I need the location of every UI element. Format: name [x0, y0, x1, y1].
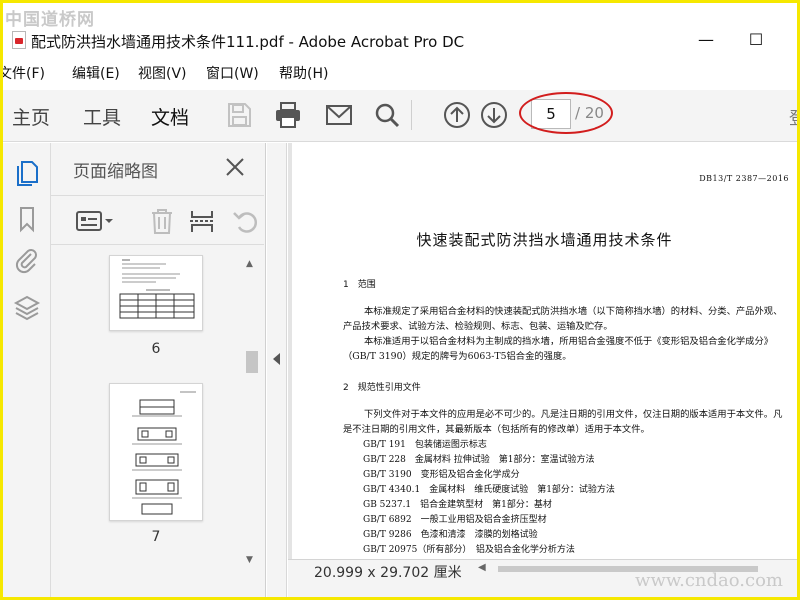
document-title: 快速装配式防洪挡水墙通用技术条件: [416, 231, 673, 249]
window-title: 配式防洪挡水墙通用技术条件111.pdf - Adobe Acrobat Pro…: [31, 33, 465, 51]
minimize-button[interactable]: —: [691, 29, 721, 51]
previous-page-icon[interactable]: [442, 100, 472, 130]
reference-item: GB/T 191 包装储运图示标志: [363, 440, 487, 450]
thumbnail-page-7-preview: [132, 391, 196, 515]
reference-item: GB/T 3190 变形铝及铝合金化学成分: [363, 470, 520, 480]
paragraph-references: 下列文件对于本文件的应用是必不可少的。凡是注日期的引用文件，仅注日期的版本适用于…: [343, 409, 783, 435]
reference-item: GB/T 228 金属材料 拉伸试验 第1部分：室温试验方法: [363, 455, 595, 465]
paragraph-scope-1: 本标准规定了采用铝合金材料的快速装配式防洪挡水墙（以下简称挡水墙）的材料、分类、…: [343, 306, 783, 332]
paragraph-scope-2: 本标准适用于以铝合金材料为主制成的挡水墙，所用铝合金强度不低于《变形铝及铝合金化…: [343, 336, 774, 362]
reference-item: GB/T 9286 色漆和清漆 漆膜的划格试验: [363, 530, 538, 540]
title-bar: 配式防洪挡水墙通用技术条件111.pdf - Adobe Acrobat Pro…: [3, 27, 797, 57]
search-icon[interactable]: [372, 100, 402, 130]
navigation-rail: [3, 143, 51, 597]
menu-help[interactable]: 帮助(H): [279, 63, 328, 83]
undo-icon[interactable]: [231, 207, 259, 235]
panel-title: 页面缩略图: [73, 162, 158, 182]
layers-icon[interactable]: [13, 294, 41, 322]
save-icon[interactable]: [224, 100, 254, 130]
toolbar-cut-glyph: 登: [789, 104, 797, 129]
reference-item: GB/T 20975（所有部分） 铝及铝合金化学分析方法: [363, 545, 575, 555]
email-icon[interactable]: [324, 100, 354, 130]
scroll-left-icon[interactable]: ◀: [478, 562, 486, 573]
thumbnail-panel: 页面缩略图 6 7 ▲ ▼: [51, 143, 266, 597]
menu-view[interactable]: 视图(V): [138, 63, 187, 83]
menu-file[interactable]: 文件(F): [3, 63, 45, 83]
toolbar-separator: [411, 100, 412, 130]
panel-collapse-strip[interactable]: [267, 143, 287, 597]
section-heading-scope: 1 范围: [343, 280, 376, 290]
document-page: DB13/T 2387—2016 快速装配式防洪挡水墙通用技术条件 1 范围 本…: [292, 143, 797, 559]
section-heading-references: 2 规范性引用文件: [343, 383, 421, 393]
next-page-icon[interactable]: [479, 100, 509, 130]
tab-home[interactable]: 主页: [12, 103, 50, 130]
attachment-icon[interactable]: [13, 247, 41, 275]
delete-icon[interactable]: [148, 207, 176, 235]
watermark-bottom: www.cndao.com: [635, 570, 783, 591]
menu-window[interactable]: 窗口(W): [206, 63, 259, 83]
pdf-file-icon: [12, 31, 26, 49]
reference-item: GB/T 4340.1 金属材料 维氏硬度试验 第1部分：试验方法: [363, 485, 615, 495]
close-icon[interactable]: [221, 153, 249, 181]
thumbnail-page-6[interactable]: [109, 255, 203, 331]
standard-code: DB13/T 2387—2016: [699, 174, 789, 183]
thumbnail-scrollbar[interactable]: ▲ ▼: [243, 255, 261, 571]
menu-edit[interactable]: 编辑(E): [72, 63, 120, 83]
page-size-readout: 20.999 x 29.702 厘米: [314, 565, 462, 581]
thumbnail-page-7-number: 7: [151, 529, 161, 545]
highlight-annotation: [519, 92, 613, 134]
thumbnail-page-6-preview: [119, 259, 195, 319]
extract-pages-icon[interactable]: [188, 207, 216, 235]
reference-item: GB/T 6892 一般工业用铝及铝合金挤压型材: [363, 515, 547, 525]
tab-tools[interactable]: 工具: [83, 103, 121, 130]
thumbnail-page-7[interactable]: [109, 383, 203, 521]
reference-item: GB 5237.1 铝合金建筑型材 第1部分：基材: [363, 500, 552, 510]
document-view: DB13/T 2387—2016 快速装配式防洪挡水墙通用技术条件 1 范围 本…: [288, 143, 797, 597]
collapse-arrow-icon[interactable]: [273, 353, 280, 365]
toolbar: 主页 工具 文档 5 / 20: [3, 90, 797, 142]
maximize-button[interactable]: ☐: [741, 29, 771, 51]
thumbnail-options-icon[interactable]: [75, 207, 115, 235]
panel-toolbar: [51, 195, 264, 245]
scroll-down-icon[interactable]: ▼: [246, 555, 253, 565]
bookmark-icon[interactable]: [13, 205, 41, 233]
page-thumbnails-icon[interactable]: [13, 159, 41, 187]
thumbnail-page-6-number: 6: [151, 341, 161, 357]
scrollbar-thumb[interactable]: [246, 351, 258, 373]
application-window: 中国道桥网 配式防洪挡水墙通用技术条件111.pdf - Adobe Acrob…: [3, 3, 797, 597]
tab-document[interactable]: 文档: [151, 103, 189, 130]
scroll-up-icon[interactable]: ▲: [246, 259, 253, 269]
print-icon[interactable]: [273, 100, 303, 130]
